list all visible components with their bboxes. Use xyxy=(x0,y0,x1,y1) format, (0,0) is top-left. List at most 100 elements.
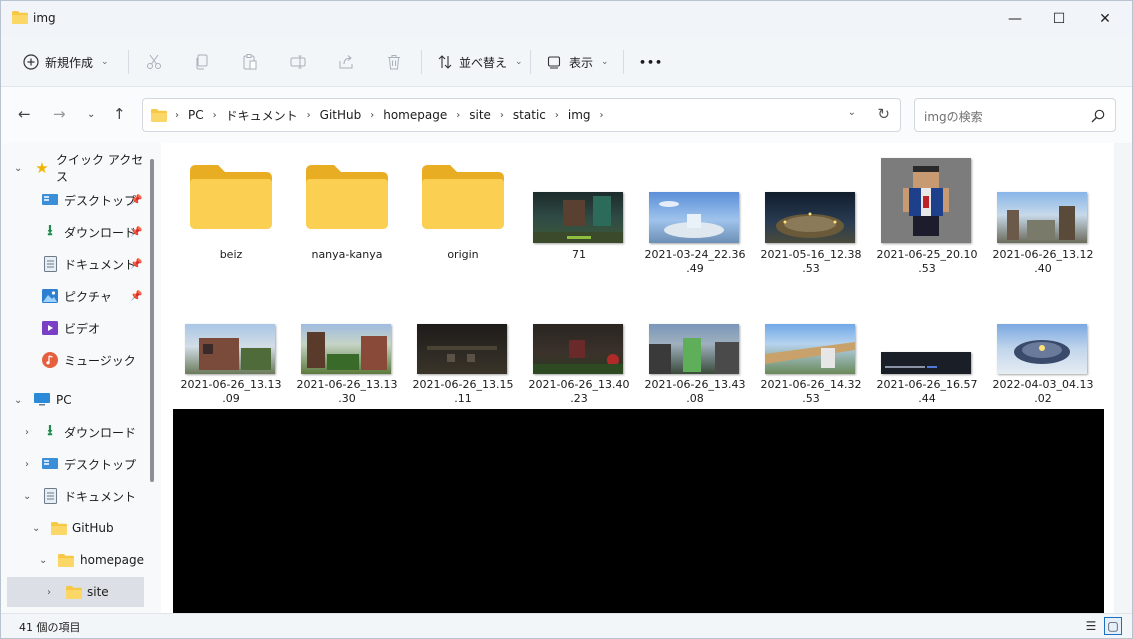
chevron-down-icon: ⌄ xyxy=(515,57,523,67)
image-item-2021-06-26-13-12[interactable]: 2021-06-26_13.12.40 xyxy=(988,151,1098,281)
file-name: 2021-06-25_20.10.53 xyxy=(876,248,978,275)
image-item-2022-04-03[interactable]: 2022-04-03_04.13.02 xyxy=(988,321,1098,411)
image-item-2021-06-26-13-15-11[interactable]: 2021-06-26_13.15.11 xyxy=(408,321,518,411)
sort-button[interactable]: 並べ替え ⌄ xyxy=(437,37,523,87)
address-dropdown-icon[interactable]: ⌄ xyxy=(848,107,856,118)
new-button[interactable]: 新規作成 ⌄ xyxy=(23,37,109,87)
chevron-down-icon: ⌄ xyxy=(14,394,23,406)
copy-button[interactable] xyxy=(194,37,210,87)
sidebar-item-videos[interactable]: ビデオ xyxy=(1,313,144,343)
folder-icon xyxy=(66,584,82,600)
explorer-window: img — ☐ ✕ 新規作成 ⌄ 並べ替え ⌄ 表示 ⌄ ••• ← → ⌄ ↑… xyxy=(0,0,1133,639)
image-item-2021-06-26-13-43-08[interactable]: 2021-06-26_13.43.08 xyxy=(640,321,750,411)
breadcrumb-homepage[interactable]: homepage xyxy=(383,108,447,122)
image-item-2021-03-24[interactable]: 2021-03-24_22.36.49 xyxy=(640,151,750,281)
folder-item-origin[interactable]: origin xyxy=(408,151,518,271)
refresh-icon[interactable]: ↻ xyxy=(877,105,890,123)
image-item-2021-06-25[interactable]: 2021-06-25_20.10.53 xyxy=(872,151,982,281)
sidebar-item-label: ドキュメント xyxy=(64,257,137,272)
image-item-2021-06-26-13-13-30[interactable]: 2021-06-26_13.13.30 xyxy=(292,321,402,411)
details-view-button[interactable]: ☰ xyxy=(1082,617,1100,635)
large-icons-view-button[interactable]: ▢ xyxy=(1104,617,1122,635)
image-item-2021-05-16[interactable]: 2021-05-16_12.38.53 xyxy=(756,151,866,281)
sidebar-item-pc[interactable]: ⌄ PC xyxy=(1,385,144,415)
close-icon: ✕ xyxy=(1099,11,1111,27)
breadcrumb-documents[interactable]: ドキュメント xyxy=(226,107,298,124)
sidebar-item-desktop[interactable]: デスクトップ 📌 xyxy=(1,185,144,215)
sidebar-item-pc-downloads[interactable]: › ⭳ ダウンロード xyxy=(1,417,144,447)
sidebar-scrollbar[interactable] xyxy=(150,159,154,482)
content-scrollbar[interactable] xyxy=(1119,143,1131,613)
pc-icon xyxy=(34,392,50,408)
image-item-2021-06-26-16-57-44[interactable]: 2021-06-26_16.57.44 xyxy=(872,321,982,411)
minimize-button[interactable]: — xyxy=(992,1,1038,37)
search-box[interactable]: imgの検索 xyxy=(914,98,1116,132)
plus-circle-icon xyxy=(23,54,39,70)
maximize-icon: ☐ xyxy=(1052,11,1066,27)
minimize-icon: — xyxy=(1008,11,1022,27)
sidebar-item-quick-access[interactable]: ⌄ ★ クイック アクセス xyxy=(1,153,144,184)
breadcrumb-img[interactable]: img xyxy=(568,108,591,122)
details-view-icon: ☰ xyxy=(1085,619,1097,633)
image-item-71[interactable]: 71 xyxy=(524,151,634,281)
star-icon: ★ xyxy=(35,159,49,177)
chevron-down-icon: ⌄ xyxy=(14,162,23,174)
document-icon xyxy=(42,256,58,272)
view-button[interactable]: 表示 ⌄ xyxy=(547,37,609,87)
pin-icon[interactable]: 📌 xyxy=(130,291,142,302)
share-icon xyxy=(339,55,353,69)
pin-icon[interactable]: 📌 xyxy=(130,195,142,206)
rename-button[interactable] xyxy=(290,37,306,87)
paste-button[interactable] xyxy=(242,37,258,87)
sidebar-item-music[interactable]: ミュージック xyxy=(1,345,144,375)
breadcrumb-separator-icon: › xyxy=(499,109,504,121)
chevron-down-icon: ⌄ xyxy=(101,57,109,67)
breadcrumb-pc[interactable]: PC xyxy=(188,108,204,122)
folder-icon xyxy=(422,165,504,229)
folder-icon xyxy=(190,165,272,229)
sidebar-item-pc-documents[interactable]: ⌄ ドキュメント xyxy=(1,481,144,511)
sidebar-item-pc-desktop[interactable]: › デスクトップ xyxy=(1,449,144,479)
copy-icon xyxy=(196,54,208,70)
maximize-button[interactable]: ☐ xyxy=(1036,1,1082,37)
share-button[interactable] xyxy=(338,37,354,87)
image-item-2021-06-26-13-13-09[interactable]: 2021-06-26_13.13.09 xyxy=(176,321,286,411)
image-item-2021-06-26-14-32-53[interactable]: 2021-06-26_14.32.53 xyxy=(756,321,866,411)
pin-icon[interactable]: 📌 xyxy=(130,259,142,270)
sidebar-item-github[interactable]: ⌄ GitHub xyxy=(1,513,144,543)
chevron-down-icon: ⌄ xyxy=(23,490,32,502)
folder-item-beiz[interactable]: beiz xyxy=(176,151,286,271)
close-button[interactable]: ✕ xyxy=(1082,1,1128,37)
image-item-2021-06-26-13-40-23[interactable]: 2021-06-26_13.40.23 xyxy=(524,321,634,411)
more-options-button[interactable]: ••• xyxy=(639,37,663,87)
image-thumbnail xyxy=(649,324,739,374)
sidebar-item-homepage[interactable]: ⌄ homepage xyxy=(1,545,144,575)
delete-button[interactable] xyxy=(386,37,402,87)
forward-arrow-icon[interactable]: → xyxy=(53,105,66,123)
paste-icon xyxy=(243,54,257,70)
pin-icon[interactable]: 📌 xyxy=(130,227,142,238)
sidebar-item-documents[interactable]: ドキュメント 📌 xyxy=(1,249,144,279)
address-bar[interactable]: › PC › ドキュメント › GitHub › homepage › site… xyxy=(142,98,901,132)
sidebar-item-downloads[interactable]: ⭳ ダウンロード 📌 xyxy=(1,217,144,247)
sidebar-item-site[interactable]: › site xyxy=(7,577,144,607)
back-arrow-icon[interactable]: ← xyxy=(18,105,31,123)
recent-chevron-icon[interactable]: ⌄ xyxy=(87,109,95,120)
sidebar-item-label: site xyxy=(87,585,109,599)
file-name: nanya-kanya xyxy=(311,248,383,261)
chevron-down-icon: ⌄ xyxy=(39,554,48,566)
cut-button[interactable] xyxy=(146,37,162,87)
file-name: 2021-06-26_13.43.08 xyxy=(644,378,746,405)
item-count: 41 個の項目 xyxy=(19,621,81,634)
up-arrow-icon[interactable]: ↑ xyxy=(113,105,126,123)
view-icon xyxy=(547,56,561,69)
folder-item-nanya-kanya[interactable]: nanya-kanya xyxy=(292,151,402,271)
image-thumbnail xyxy=(881,158,971,243)
breadcrumb-static[interactable]: static xyxy=(513,108,546,122)
breadcrumb-separator-icon: › xyxy=(456,109,461,121)
large-icons-view-icon: ▢ xyxy=(1107,619,1119,633)
sidebar-item-pictures[interactable]: ピクチャ 📌 xyxy=(1,281,144,311)
breadcrumb-github[interactable]: GitHub xyxy=(320,108,362,122)
folder-icon xyxy=(51,520,67,536)
breadcrumb-site[interactable]: site xyxy=(469,108,491,122)
